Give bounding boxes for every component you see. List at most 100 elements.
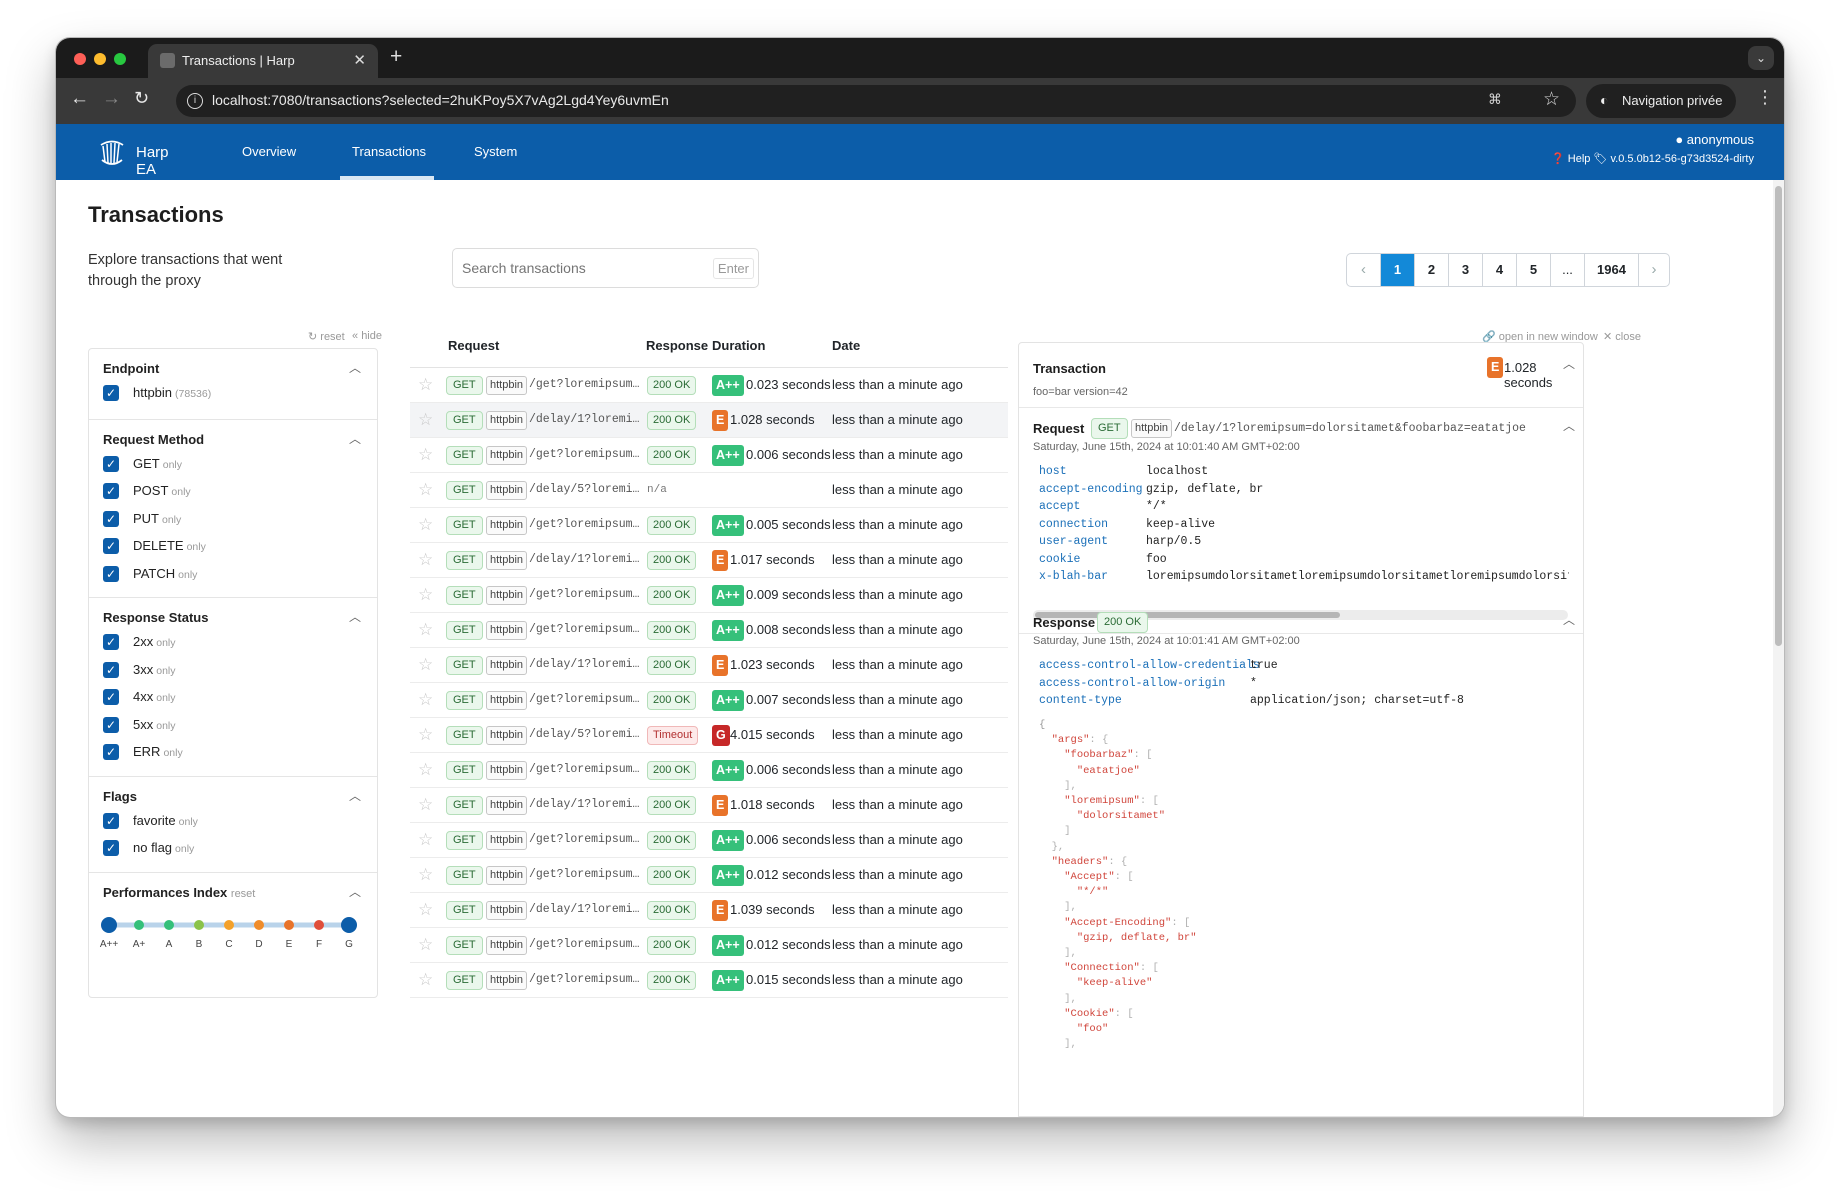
close-tab-icon[interactable]: ✕ [353,51,366,69]
help-link[interactable]: Help [1568,153,1591,165]
browser-tab[interactable]: Transactions | Harp ✕ [148,44,378,78]
table-row[interactable]: ☆ GET httpbin/get?loremipsum... 200 OK A++ 0.… [410,613,1008,648]
filters-hide[interactable]: « hide [352,330,382,342]
filter-section-header[interactable]: Endpoint ︿ [89,349,377,381]
nav-transactions[interactable]: Transactions [352,144,426,159]
search-input[interactable] [454,250,704,286]
table-row[interactable]: ☆ GET httpbin/get?loremipsum... 200 OK A++ 0.… [410,578,1008,613]
table-row[interactable]: ☆ GET httpbin/get?loremipsum... 200 OK A++ 0.… [410,858,1008,893]
checkbox[interactable]: ✓ [103,565,119,582]
favorite-star-icon[interactable]: ☆ [418,795,433,815]
filter-option[interactable]: ✓ 2xx only [89,632,377,660]
page-button[interactable]: 3 [1449,254,1483,286]
filter-option[interactable]: ✓ POST only [89,481,377,509]
chevron-up-icon[interactable]: ︿ [1563,611,1575,628]
filter-only-link[interactable]: only [156,637,175,649]
table-row[interactable]: ☆ GET httpbin/get?loremipsum... 200 OK A++ 0.… [410,368,1008,403]
chevron-up-icon[interactable]: ︿ [349,430,361,447]
table-row[interactable]: ☆ GET httpbin/delay/1?loremi... 200 OK E 1.03… [410,893,1008,928]
favorite-star-icon[interactable]: ☆ [418,480,433,500]
new-tab-icon[interactable]: + [390,45,402,69]
table-row[interactable]: ☆ GET httpbin/delay/1?loremi... 200 OK E 1.02… [410,648,1008,683]
back-icon[interactable]: ← [70,88,89,110]
checkbox[interactable]: ✓ [103,716,119,733]
checkbox[interactable]: ✓ [103,483,119,499]
filter-section-header[interactable]: Performances Index reset ︿ [89,873,377,905]
page-scrollbar[interactable] [1773,180,1784,1117]
favorite-star-icon[interactable]: ☆ [418,550,433,570]
perf-handle[interactable] [341,916,357,933]
close-detail-link[interactable]: ✕ close [1603,330,1641,343]
filter-option[interactable]: ✓ PUT only [89,509,377,537]
filter-only-link[interactable]: only [156,720,175,732]
table-row[interactable]: ☆ GET httpbin/get?loremipsum... 200 OK A++ 0.… [410,963,1008,998]
favorite-star-icon[interactable]: ☆ [418,375,433,395]
filter-option[interactable]: ✓ 3xx only [89,660,377,688]
favorite-star-icon[interactable]: ☆ [418,655,433,675]
table-row[interactable]: ☆ GET httpbin/get?loremipsum... 200 OK A++ 0.… [410,823,1008,858]
perf-slider[interactable]: A++ A+ A B C D E F G [89,905,377,981]
nav-overview[interactable]: Overview [242,144,296,159]
filter-only-link[interactable]: only [175,843,194,855]
chevron-up-icon[interactable]: ︿ [349,787,361,804]
prev-page-icon[interactable]: ‹ [1347,254,1381,286]
filter-only-link[interactable]: only [171,486,190,498]
url-text[interactable]: localhost:7080/transactions?selected=2hu… [212,92,669,108]
checkbox[interactable]: ✓ [103,840,119,856]
filter-section-header[interactable]: Response Status ︿ [89,598,377,630]
checkbox[interactable]: ✓ [103,538,119,554]
filter-option[interactable]: ✓ PATCH only [89,564,377,592]
checkbox[interactable]: ✓ [103,510,119,527]
checkbox[interactable]: ✓ [103,812,119,829]
favorite-star-icon[interactable]: ☆ [418,725,433,745]
incognito-badge[interactable]: ◐ Navigation privée [1586,84,1736,118]
close-window-button[interactable] [74,53,86,65]
favorite-star-icon[interactable]: ☆ [418,760,433,780]
favorite-star-icon[interactable]: ☆ [418,410,433,430]
help-icon[interactable]: ❓ [1551,153,1565,165]
filter-only-link[interactable]: only [178,569,197,581]
page-button[interactable]: 2 [1415,254,1449,286]
favorite-star-icon[interactable]: ☆ [418,585,433,605]
favorite-star-icon[interactable]: ☆ [418,900,433,920]
table-row[interactable]: ☆ GET httpbin/get?loremipsum... 200 OK A++ 0.… [410,508,1008,543]
favorite-star-icon[interactable]: ☆ [418,515,433,535]
filter-only-link[interactable]: only [156,692,175,704]
favorite-star-icon[interactable]: ☆ [418,935,433,955]
kebab-menu-icon[interactable]: ⋮ [1756,87,1774,108]
favorite-star-icon[interactable]: ☆ [418,690,433,710]
zoom-window-button[interactable] [114,53,126,65]
perf-handle[interactable] [101,916,117,933]
checkbox[interactable]: ✓ [103,744,119,760]
filter-option[interactable]: ✓ DELETE only [89,536,377,564]
scroll-thumb[interactable] [1775,186,1782,646]
checkbox[interactable]: ✓ [103,634,119,650]
filter-only-link[interactable]: only [179,816,198,828]
table-row[interactable]: ☆ GET httpbin/get?loremipsum... 200 OK A++ 0.… [410,683,1008,718]
next-page-icon[interactable]: › [1639,254,1669,286]
filter-only-link[interactable]: only [163,459,182,471]
perf-reset[interactable]: reset [231,888,255,900]
filter-option[interactable]: ✓ 4xx only [89,687,377,715]
checkbox[interactable]: ✓ [103,661,119,678]
nav-system[interactable]: System [474,144,517,159]
table-row[interactable]: ☆ GET httpbin/get?loremipsum... 200 OK A++ 0.… [410,928,1008,963]
filter-only-link[interactable]: only [163,747,182,759]
page-button-last[interactable]: 1964 [1585,254,1639,286]
table-row[interactable]: ☆ GET httpbin/delay/1?loremi... 200 OK E 1.01… [410,543,1008,578]
chevron-up-icon[interactable]: ︿ [349,883,361,900]
checkbox[interactable]: ✓ [103,689,119,705]
filter-option[interactable]: ✓ favorite only [89,811,377,839]
filter-only-link[interactable]: only [162,514,181,526]
info-icon[interactable]: i [187,93,203,109]
page-button[interactable]: 1 [1381,254,1415,286]
favorite-star-icon[interactable]: ☆ [418,620,433,640]
page-button[interactable]: 5 [1517,254,1551,286]
page-button[interactable]: 4 [1483,254,1517,286]
table-row[interactable]: ☆ GET httpbin/delay/1?loremi... 200 OK E 1.02… [410,403,1008,438]
favorite-star-icon[interactable]: ☆ [418,445,433,465]
table-row[interactable]: ☆ GET httpbin/delay/5?loremi... n/a less tha… [410,473,1008,508]
chevron-up-icon[interactable]: ︿ [349,608,361,625]
bookmark-star-icon[interactable]: ☆ [1543,88,1560,111]
table-row[interactable]: ☆ GET httpbin/get?loremipsum... 200 OK A++ 0.… [410,753,1008,788]
